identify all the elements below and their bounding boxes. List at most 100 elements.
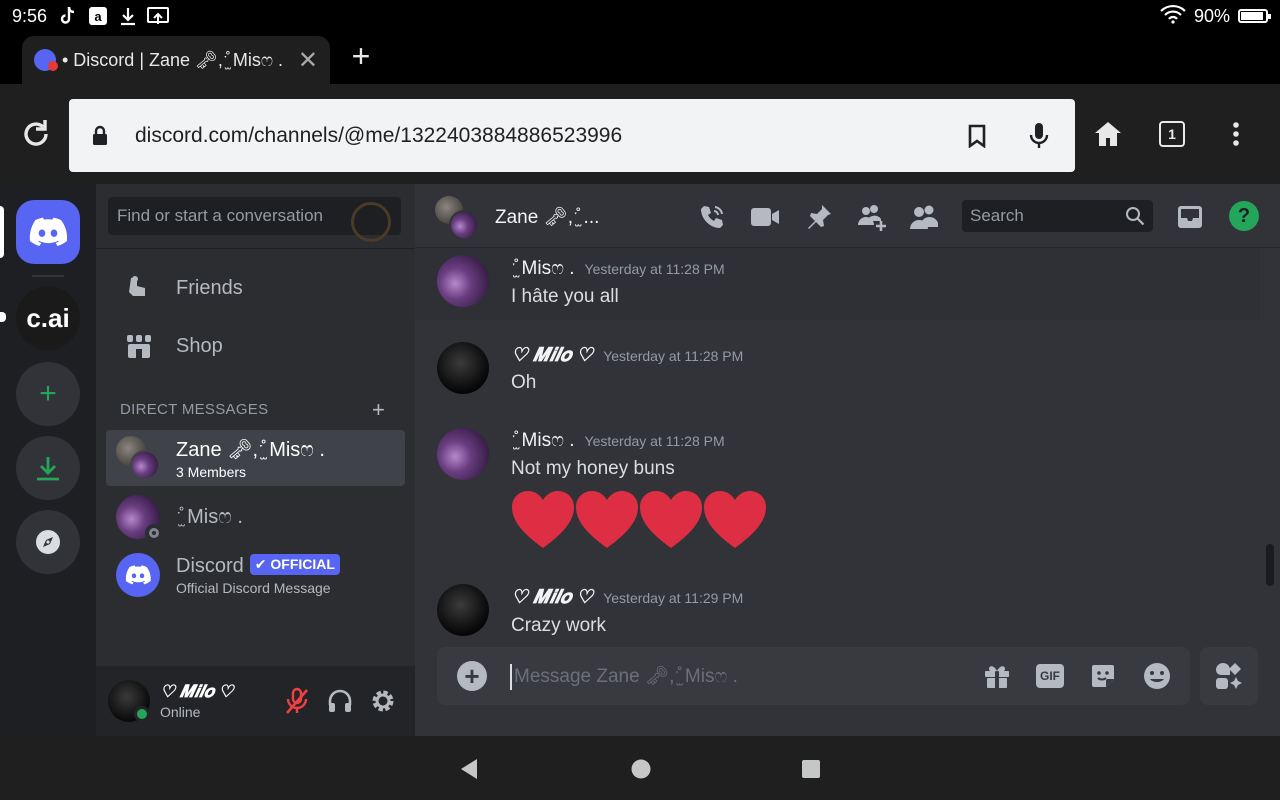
message-timestamp: Yesterday at 11:28 PM	[584, 261, 725, 277]
dm-discord-sub: Official Discord Message	[176, 580, 331, 596]
voice-call-button[interactable]	[697, 202, 727, 232]
message-item[interactable]: ♡ 𝑴𝒊𝒍𝒐 ♡ Yesterday at 11:28 PM Oh	[415, 328, 1260, 398]
tab-switcher-button[interactable]: 1	[1156, 118, 1188, 150]
new-tab-button[interactable]: +	[345, 38, 377, 74]
sticker-button[interactable]	[1088, 661, 1118, 691]
microphone-icon[interactable]	[1025, 122, 1053, 150]
scrollbar-thumb[interactable]	[1266, 544, 1274, 586]
dm-item-mis[interactable]: ˑ̫̊ Misෆ .	[106, 489, 405, 545]
dm-item-group[interactable]: Zane 🗝,ˑ̫̊ Misෆ . 3 Members	[106, 430, 405, 486]
dm-group-members: 3 Members	[176, 463, 247, 480]
divider	[96, 248, 415, 249]
gif-button[interactable]: GIF	[1035, 661, 1065, 691]
inbox-icon	[1178, 206, 1202, 228]
server-cai[interactable]: c.ai	[16, 286, 80, 350]
status-time: 9:56	[12, 5, 48, 26]
message-author[interactable]: ˑ̫̊ Misෆ .	[511, 258, 575, 279]
message-item[interactable]: ♡ 𝑴𝒊𝒍𝒐 ♡ Yesterday at 11:29 PM Crazy work	[415, 570, 1260, 640]
gear-icon	[372, 690, 394, 712]
heart-emoji-icon	[640, 491, 702, 548]
nav-shop[interactable]: Shop	[106, 321, 405, 371]
message-author[interactable]: ♡ 𝑴𝒊𝒍𝒐 ♡	[511, 345, 593, 366]
lock-icon[interactable]	[91, 125, 113, 147]
help-button[interactable]: ?	[1229, 201, 1259, 231]
member-list-button[interactable]	[909, 202, 939, 232]
heart-emoji-row	[511, 490, 767, 550]
message-timestamp: Yesterday at 11:28 PM	[584, 433, 725, 449]
pinned-messages-button[interactable]	[804, 202, 834, 232]
online-status-icon	[134, 706, 150, 722]
apps-icon	[1216, 663, 1242, 689]
message-author[interactable]: ♡ 𝑴𝒊𝒍𝒐 ♡	[511, 587, 593, 608]
system-nav-bar	[0, 736, 1280, 800]
tab-close-icon[interactable]: ✕	[298, 46, 318, 75]
message-author[interactable]: ˑ̫̊ Misෆ .	[511, 430, 575, 451]
add-friends-button[interactable]	[857, 202, 887, 232]
group-avatar	[435, 196, 479, 240]
dm-item-discord[interactable]: Discord ✔ OFFICIAL Official Discord Messa…	[106, 547, 405, 603]
recents-icon[interactable]	[798, 756, 824, 782]
user-panel: ♡ 𝑴𝒊𝒍𝒐 ♡ Online	[96, 666, 415, 736]
download-apps-button[interactable]	[16, 436, 80, 500]
discover-button[interactable]	[16, 510, 80, 574]
loading-spinner-icon	[351, 202, 391, 242]
message-text: Oh	[511, 372, 537, 393]
official-badge: ✔ OFFICIAL	[249, 554, 340, 575]
gif-icon: GIF	[1036, 664, 1064, 688]
chat-search-input[interactable]: Search	[962, 200, 1153, 232]
mute-button[interactable]	[282, 686, 312, 716]
battery-icon	[1238, 9, 1271, 23]
message-item[interactable]: ˑ̫̊ Misෆ . Yesterday at 11:28 PM Not my h…	[415, 414, 1260, 564]
compass-icon	[36, 530, 60, 554]
browser-tab[interactable]: • Discord | Zane 🗝,ˑ̫̊ Misෆ . ✕	[22, 36, 330, 84]
nav-friends[interactable]: Friends	[106, 263, 405, 313]
avatar[interactable]	[437, 342, 489, 394]
find-conversation-button[interactable]: Find or start a conversation	[108, 197, 401, 242]
discord-app: c.ai + Find or start a conversation Frie…	[0, 184, 1280, 736]
upload-button[interactable]: +	[457, 661, 487, 691]
message-timestamp: Yesterday at 11:29 PM	[603, 590, 744, 606]
dm-sidebar: Find or start a conversation Friends Sho…	[96, 184, 415, 736]
home-nav-icon[interactable]	[628, 756, 654, 782]
sticker-icon	[1092, 665, 1114, 687]
avatar[interactable]	[437, 255, 489, 307]
find-conversation-placeholder: Find or start a conversation	[117, 206, 323, 225]
deafen-button[interactable]	[325, 686, 355, 716]
server-separator	[32, 275, 64, 277]
dm-mis-name: ˑ̫̊ Misෆ .	[176, 505, 243, 528]
plus-icon: +	[39, 377, 57, 410]
back-icon[interactable]	[457, 756, 483, 782]
discord-logo-icon	[29, 217, 67, 246]
group-avatar	[116, 436, 160, 480]
add-server-button[interactable]: +	[16, 362, 80, 426]
message-scrollbar[interactable]	[1265, 248, 1275, 640]
more-menu-icon[interactable]	[1220, 118, 1252, 150]
bookmark-icon[interactable]	[963, 122, 991, 150]
video-call-button[interactable]	[750, 202, 780, 232]
reload-icon[interactable]	[18, 116, 54, 152]
message-input[interactable]: Message Zane 🗝,ˑ̫̊ Misෆ .	[510, 664, 950, 690]
direct-messages-home-button[interactable]	[16, 200, 80, 264]
chat-title[interactable]: Zane 🗝,ˑ̫̊ ...	[495, 205, 599, 229]
user-settings-button[interactable]	[368, 686, 398, 716]
create-dm-button[interactable]: +	[372, 397, 385, 423]
home-icon[interactable]	[1092, 118, 1124, 150]
nav-friends-label: Friends	[176, 276, 243, 299]
chat-search-placeholder: Search	[970, 206, 1024, 225]
heart-emoji-icon	[512, 491, 574, 548]
url-text[interactable]: discord.com/channels/@me/132240388488652…	[135, 124, 929, 148]
heart-emoji-icon	[704, 491, 766, 548]
avatar[interactable]	[437, 428, 489, 480]
gift-icon	[985, 666, 1009, 688]
headphones-icon	[328, 689, 352, 712]
address-bar[interactable]: discord.com/channels/@me/132240388488652…	[69, 99, 1075, 172]
nav-shop-label: Shop	[176, 334, 223, 357]
message-item[interactable]: ˑ̫̊ Misෆ . Yesterday at 11:28 PM I hâte y…	[415, 248, 1260, 320]
emoji-button[interactable]	[1142, 661, 1172, 691]
inbox-button[interactable]	[1175, 202, 1205, 232]
offline-status-icon	[145, 524, 163, 542]
gift-button[interactable]	[982, 661, 1012, 691]
avatar[interactable]	[437, 584, 489, 636]
apps-button[interactable]	[1200, 647, 1258, 705]
home-indicator	[0, 206, 4, 258]
